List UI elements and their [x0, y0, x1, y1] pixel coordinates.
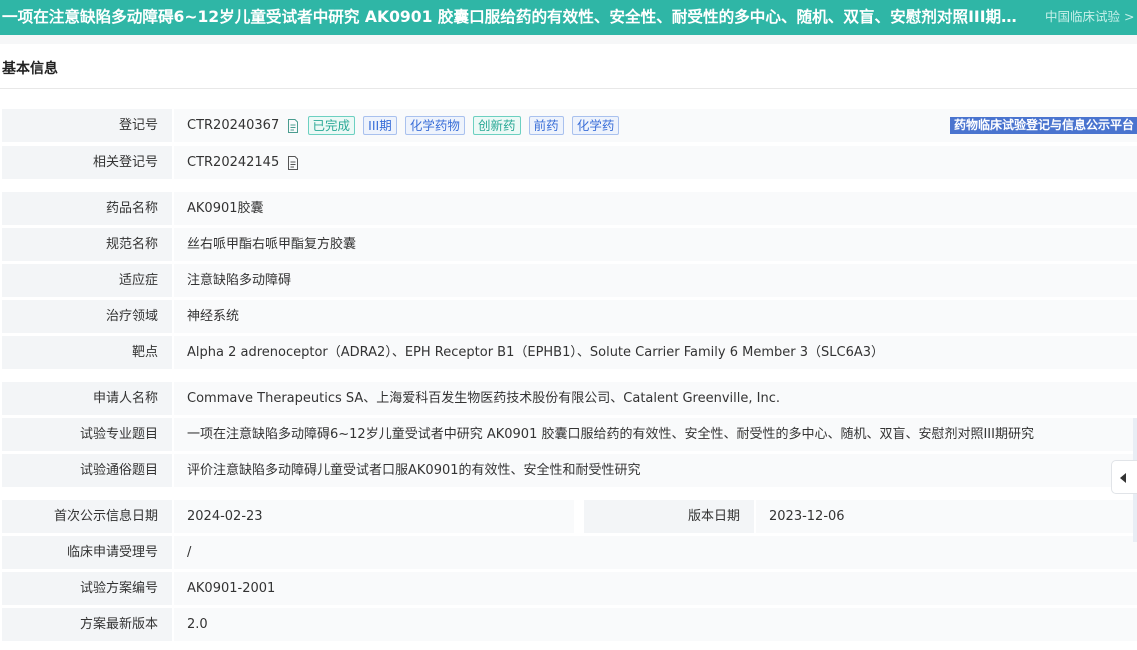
page-header-banner: 一项在注意缺陷多动障碍6~12岁儿童受试者中研究 AK0901 胶囊口服给药的有…	[0, 0, 1137, 35]
header-spacer	[0, 35, 1137, 44]
application-number-value: /	[174, 536, 1137, 569]
target-label: 靶点	[2, 336, 172, 369]
first-public-date-label: 首次公示信息日期	[2, 500, 172, 533]
application-number-row: 临床申请受理号 /	[2, 536, 1137, 569]
phase-tag: III期	[363, 116, 397, 135]
version-date-value: 2023-12-06	[756, 500, 1137, 533]
scientific-title-value: 一项在注意缺陷多动障碍6~12岁儿童受试者中研究 AK0901 胶囊口服给药的有…	[174, 418, 1137, 451]
applicant-row: 申请人名称 Commave Therapeutics SA、上海爱科百发生物医药…	[2, 382, 1137, 415]
registration-label: 登记号	[2, 109, 172, 142]
target-row: 靶点 Alpha 2 adrenoceptor（ADRA2）、EPH Recep…	[2, 336, 1137, 369]
therapeutic-area-label: 治疗领域	[2, 300, 172, 333]
indication-label: 适应症	[2, 264, 172, 297]
drug-name-label: 药品名称	[2, 192, 172, 225]
public-title-label: 试验通俗题目	[2, 454, 172, 487]
china-clinical-trial-link[interactable]: 中国临床试验 >	[1045, 9, 1134, 25]
protocol-version-row: 方案最新版本 2.0	[2, 608, 1137, 641]
dates-row: 首次公示信息日期 2024-02-23 版本日期 2023-12-06	[2, 500, 1137, 533]
platform-badge[interactable]: 药物临床试验登记与信息公示平台	[949, 117, 1137, 134]
applicant-label: 申请人名称	[2, 382, 172, 415]
indication-row: 适应症 注意缺陷多动障碍	[2, 264, 1137, 297]
side-panel-toggle[interactable]	[1111, 460, 1137, 494]
protocol-version-label: 方案最新版本	[2, 608, 172, 641]
document-icon[interactable]	[287, 155, 299, 170]
scientific-title-label: 试验专业题目	[2, 418, 172, 451]
section-divider	[0, 88, 1137, 89]
chevron-left-icon	[1120, 473, 1126, 483]
registration-number[interactable]: CTR20240367	[187, 118, 279, 133]
public-title-value: 评价注意缺陷多动障碍儿童受试者口服AK0901的有效性、安全性和耐受性研究	[174, 454, 1137, 487]
standard-name-value: 丝右哌甲酯右哌甲酯复方胶囊	[174, 228, 1137, 261]
status-badge: 已完成	[307, 116, 356, 135]
public-title-row: 试验通俗题目 评价注意缺陷多动障碍儿童受试者口服AK0901的有效性、安全性和耐…	[2, 454, 1137, 487]
scientific-title-row: 试验专业题目 一项在注意缺陷多动障碍6~12岁儿童受试者中研究 AK0901 胶…	[2, 418, 1137, 451]
protocol-number-row: 试验方案编号 AK0901-2001	[2, 572, 1137, 605]
document-icon[interactable]	[287, 118, 299, 133]
version-date-label: 版本日期	[584, 500, 754, 533]
related-registration-label: 相关登记号	[2, 146, 172, 179]
therapeutic-area-value: 神经系统	[174, 300, 1137, 333]
chemical-drug-tag: 化学药	[571, 116, 620, 135]
related-registration-row: 相关登记号 CTR20242145	[2, 146, 1137, 179]
protocol-version-value: 2.0	[174, 608, 1137, 641]
drug-type-tag: 化学药物	[404, 116, 465, 135]
standard-name-row: 规范名称 丝右哌甲酯右哌甲酯复方胶囊	[2, 228, 1137, 261]
related-registration-value-cell: CTR20242145	[174, 146, 1137, 179]
indication-value: 注意缺陷多动障碍	[174, 264, 1137, 297]
drug-name-row: 药品名称 AK0901胶囊	[2, 192, 1137, 225]
drug-name-value: AK0901胶囊	[174, 192, 1137, 225]
trial-title: 一项在注意缺陷多动障碍6~12岁儿童受试者中研究 AK0901 胶囊口服给药的有…	[2, 8, 1028, 26]
therapeutic-area-row: 治疗领域 神经系统	[2, 300, 1137, 333]
prodrug-tag: 前药	[528, 116, 564, 135]
protocol-number-value: AK0901-2001	[174, 572, 1137, 605]
protocol-number-label: 试验方案编号	[2, 572, 172, 605]
first-public-date-value: 2024-02-23	[174, 500, 574, 533]
section-title-basic-info: 基本信息	[2, 61, 58, 77]
related-registration-number[interactable]: CTR20242145	[187, 155, 279, 170]
innovative-drug-tag: 创新药	[473, 116, 521, 135]
registration-row: 登记号 CTR20240367 已完成 III期 化学药物 创新药 前药 化学药…	[2, 109, 1137, 142]
standard-name-label: 规范名称	[2, 228, 172, 261]
applicant-value: Commave Therapeutics SA、上海爱科百发生物医药技术股份有限…	[174, 382, 1137, 415]
application-number-label: 临床申请受理号	[2, 536, 172, 569]
target-value: Alpha 2 adrenoceptor（ADRA2）、EPH Receptor…	[174, 336, 1137, 369]
